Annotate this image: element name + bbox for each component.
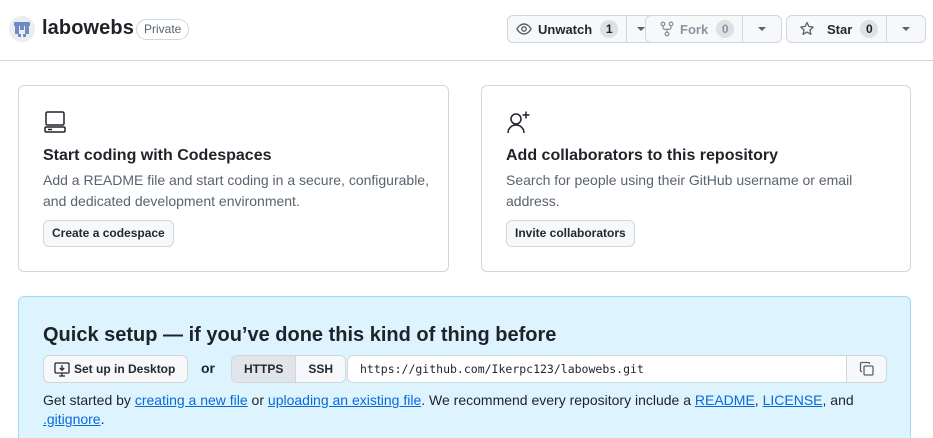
collaborators-description: Search for people using their GitHub use…: [506, 172, 853, 209]
codespaces-title: Start coding with Codespaces: [43, 147, 272, 164]
repo-forked-icon: [660, 21, 674, 37]
unwatch-button[interactable]: Unwatch 1: [508, 16, 628, 42]
desktop-download-icon: [54, 362, 70, 377]
star-counter: 0: [860, 20, 879, 38]
quick-text-part: .: [100, 411, 105, 427]
star-icon: [800, 21, 814, 35]
collaborators-title: Add collaborators to this repository: [506, 147, 779, 164]
triangle-down-icon: [902, 27, 911, 31]
fork-button-group: Fork 0: [645, 15, 783, 43]
unwatch-label: Unwatch: [538, 21, 593, 37]
eye-icon: [516, 23, 532, 35]
star-button-group: Star 0: [786, 15, 927, 43]
codespaces-icon: [44, 111, 66, 133]
person-add-icon: [507, 111, 530, 134]
star-button[interactable]: Star 0: [787, 16, 888, 42]
protocol-ssh-button[interactable]: SSH: [296, 356, 346, 382]
create-new-file-link[interactable]: creating a new file: [135, 392, 248, 408]
create-codespace-button[interactable]: Create a codespace: [43, 220, 174, 247]
fork-dropdown-button[interactable]: [743, 16, 781, 42]
codespaces-description: Add a README file and start coding in a …: [43, 172, 429, 209]
or-text: or: [201, 360, 215, 376]
fork-counter: 0: [716, 20, 735, 38]
codespaces-card: Start coding with Codespaces Add a READM…: [18, 85, 449, 272]
repo-name[interactable]: labowebs: [42, 17, 134, 40]
quick-setup-title: Quick setup — if you’ve done this kind o…: [43, 324, 557, 346]
collaborators-card: Add collaborators to this repository Sea…: [481, 85, 911, 272]
star-dropdown-button[interactable]: [887, 16, 925, 42]
quick-text-part: ,: [754, 392, 763, 408]
fork-button[interactable]: Fork 0: [646, 16, 744, 42]
setup-desktop-label: Set up in Desktop: [74, 362, 176, 376]
triangle-down-icon: [758, 27, 767, 31]
copy-url-button[interactable]: [846, 356, 886, 382]
clone-url-box: [347, 355, 887, 383]
fork-label: Fork: [680, 21, 709, 37]
copy-icon: [859, 361, 874, 376]
watch-button-group: Unwatch 1: [507, 15, 657, 43]
quick-setup-panel: Quick setup — if you’ve done this kind o…: [18, 296, 911, 438]
watch-counter: 1: [600, 20, 619, 38]
quick-text-part: . We recommend every repository include …: [421, 392, 695, 408]
quick-setup-text: Get started by creating a new file or up…: [43, 391, 883, 429]
quick-text-part: , and: [822, 392, 854, 408]
setup-desktop-button[interactable]: Set up in Desktop: [43, 355, 189, 383]
clone-url-input[interactable]: [348, 356, 846, 382]
upload-existing-file-link[interactable]: uploading an existing file: [268, 392, 421, 408]
protocol-selector: HTTPS SSH: [231, 355, 347, 383]
quick-text-part: or: [247, 392, 268, 408]
readme-link[interactable]: README: [695, 392, 755, 408]
star-label: Star: [827, 21, 853, 37]
gitignore-link[interactable]: .gitignore: [43, 411, 101, 427]
invite-collaborators-button[interactable]: Invite collaborators: [506, 220, 635, 247]
repo-avatar-icon: [9, 16, 35, 42]
protocol-https-button[interactable]: HTTPS: [232, 356, 297, 382]
quick-text-part: Get started by: [43, 392, 135, 408]
license-link[interactable]: LICENSE: [763, 392, 823, 408]
visibility-badge: Private: [136, 19, 190, 40]
repo-header: labowebs Private Unwatch 1 Fork 0 Star 0: [0, 0, 933, 61]
